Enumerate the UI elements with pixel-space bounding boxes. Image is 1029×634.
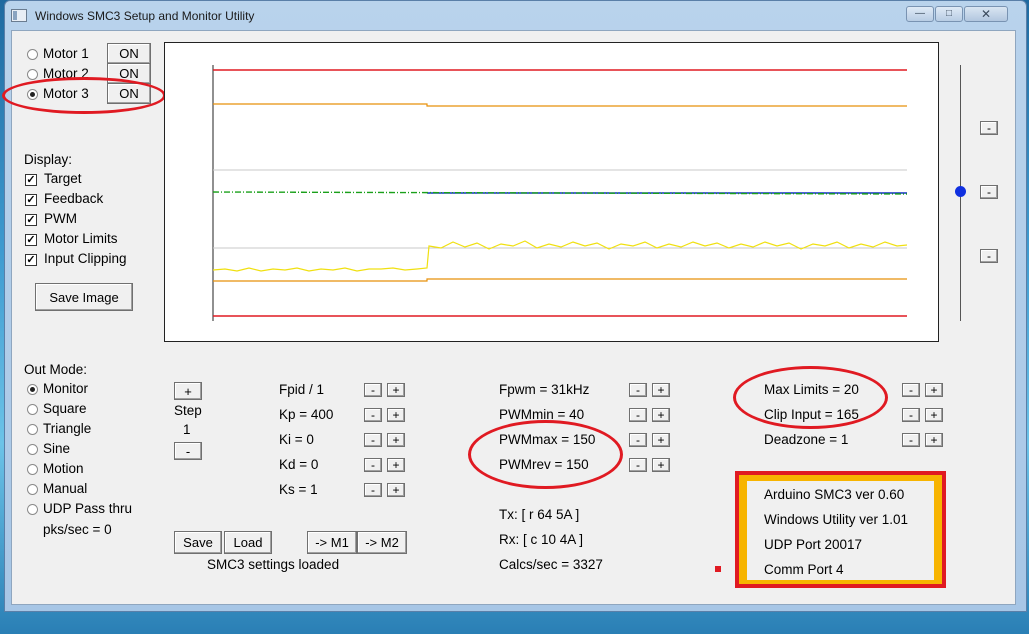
target-checkbox[interactable]: ✓ <box>25 174 37 186</box>
pwm-max-minus-button[interactable]: - <box>629 433 647 447</box>
feedback-label: Feedback <box>44 191 104 206</box>
activity-indicator <box>715 566 721 572</box>
motor-1-radio[interactable] <box>27 49 38 60</box>
motor-1-on-button[interactable]: ON <box>107 43 151 64</box>
title-bar[interactable]: Windows SMC3 Setup and Monitor Utility —… <box>5 1 1026 29</box>
utility-version: Windows Utility ver 1.01 <box>764 512 909 527</box>
motor-2-radio[interactable] <box>27 69 38 80</box>
copy-to-m2-button[interactable]: -> M2 <box>357 531 407 554</box>
info-box: Arduino SMC3 ver 0.60 Windows Utility ve… <box>735 471 946 588</box>
input-clipping-checkbox[interactable]: ✓ <box>25 254 37 266</box>
pwm-min-plus-button[interactable]: + <box>652 408 670 422</box>
upper-slider-button[interactable]: - <box>980 121 998 135</box>
motor-limits-label: Motor Limits <box>44 231 118 246</box>
ki-minus-button[interactable]: - <box>364 433 382 447</box>
kp-minus-button[interactable]: - <box>364 408 382 422</box>
mode-manual-radio[interactable] <box>27 484 38 495</box>
fpwm-plus-button[interactable]: + <box>652 383 670 397</box>
save-button[interactable]: Save <box>174 531 222 554</box>
lower-clip-line <box>213 278 907 282</box>
mode-square-radio[interactable] <box>27 404 38 415</box>
close-icon[interactable]: ✕ <box>964 6 1008 22</box>
step-label: Step <box>174 403 202 418</box>
pwm-rev-minus-button[interactable]: - <box>629 458 647 472</box>
save-image-button[interactable]: Save Image <box>35 283 133 311</box>
mode-monitor-radio[interactable] <box>27 384 38 395</box>
motor-1-label: Motor 1 <box>43 46 89 61</box>
step-plus-button[interactable]: + <box>174 382 202 400</box>
slider-thumb[interactable] <box>955 186 966 197</box>
pwm-label: PWM <box>44 211 77 226</box>
pwm-rev-plus-button[interactable]: + <box>652 458 670 472</box>
ks-minus-button[interactable]: - <box>364 483 382 497</box>
fpid-minus-button[interactable]: - <box>364 383 382 397</box>
mode-sine-label: Sine <box>43 441 71 456</box>
fpid-plus-button[interactable]: + <box>387 383 405 397</box>
kd-label: Kd = 0 <box>279 457 319 472</box>
minimize-icon[interactable]: — <box>906 6 934 22</box>
mode-motion-radio[interactable] <box>27 464 38 475</box>
mode-triangle-radio[interactable] <box>27 424 38 435</box>
input-clipping-label: Input Clipping <box>44 251 127 266</box>
out-mode-heading: Out Mode: <box>24 362 88 377</box>
ki-plus-button[interactable]: + <box>387 433 405 447</box>
target-label: Target <box>44 171 82 186</box>
app-icon <box>11 9 27 22</box>
status-text: SMC3 settings loaded <box>207 557 340 572</box>
kd-minus-button[interactable]: - <box>364 458 382 472</box>
copy-to-m1-button[interactable]: -> M1 <box>307 531 357 554</box>
ks-label: Ks = 1 <box>279 482 318 497</box>
motor-limits-checkbox[interactable]: ✓ <box>25 234 37 246</box>
kp-plus-button[interactable]: + <box>387 408 405 422</box>
highlight-circle-motor <box>2 77 166 114</box>
calcs-readout: Calcs/sec = 3327 <box>499 557 603 572</box>
tx-readout: Tx: [ r 64 5A ] <box>499 507 580 522</box>
step-value: 1 <box>183 422 191 437</box>
pwm-max-plus-button[interactable]: + <box>652 433 670 447</box>
mode-udp-radio[interactable] <box>27 504 38 515</box>
kd-plus-button[interactable]: + <box>387 458 405 472</box>
rx-readout: Rx: [ c 10 4A ] <box>499 532 584 547</box>
highlight-circle-limits <box>733 366 888 429</box>
comm-port: Comm Port 4 <box>764 562 844 577</box>
mode-square-label: Square <box>43 401 87 416</box>
arduino-version: Arduino SMC3 ver 0.60 <box>764 487 905 502</box>
mode-udp-label: UDP Pass thru <box>43 501 133 516</box>
mode-manual-label: Manual <box>43 481 88 496</box>
upper-clip-line <box>213 103 907 107</box>
pwm-checkbox[interactable]: ✓ <box>25 214 37 226</box>
highlight-circle-pwm <box>468 420 623 489</box>
mode-sine-radio[interactable] <box>27 444 38 455</box>
display-heading: Display: <box>24 152 73 167</box>
ks-plus-button[interactable]: + <box>387 483 405 497</box>
fpwm-label: Fpwm = 31kHz <box>499 382 590 397</box>
fpid-label: Fpid / 1 <box>279 382 325 397</box>
middle-slider-button[interactable]: - <box>980 185 998 199</box>
mode-monitor-label: Monitor <box>43 381 89 396</box>
ki-label: Ki = 0 <box>279 432 314 447</box>
info-box-inner: Arduino SMC3 ver 0.60 Windows Utility ve… <box>747 481 934 580</box>
window-title: Windows SMC3 Setup and Monitor Utility <box>35 9 255 23</box>
feedback-checkbox[interactable]: ✓ <box>25 194 37 206</box>
step-minus-button[interactable]: - <box>174 442 202 460</box>
deadzone-minus-button[interactable]: - <box>902 433 920 447</box>
kp-label: Kp = 400 <box>279 407 334 422</box>
mode-motion-label: Motion <box>43 461 84 476</box>
max-limits-minus-button[interactable]: - <box>902 383 920 397</box>
max-limits-plus-button[interactable]: + <box>925 383 943 397</box>
pks-sec-readout: pks/sec = 0 <box>43 522 112 537</box>
mode-triangle-label: Triangle <box>43 421 92 436</box>
pwm-min-minus-button[interactable]: - <box>629 408 647 422</box>
fpwm-minus-button[interactable]: - <box>629 383 647 397</box>
monitor-graph <box>164 42 939 342</box>
load-button[interactable]: Load <box>224 531 272 554</box>
udp-port: UDP Port 20017 <box>764 537 863 552</box>
pwm-trace <box>212 240 908 272</box>
maximize-icon[interactable]: □ <box>935 6 963 22</box>
deadzone-label: Deadzone = 1 <box>764 432 849 447</box>
deadzone-plus-button[interactable]: + <box>925 433 943 447</box>
clip-input-plus-button[interactable]: + <box>925 408 943 422</box>
clip-input-minus-button[interactable]: - <box>902 408 920 422</box>
lower-slider-button[interactable]: - <box>980 249 998 263</box>
